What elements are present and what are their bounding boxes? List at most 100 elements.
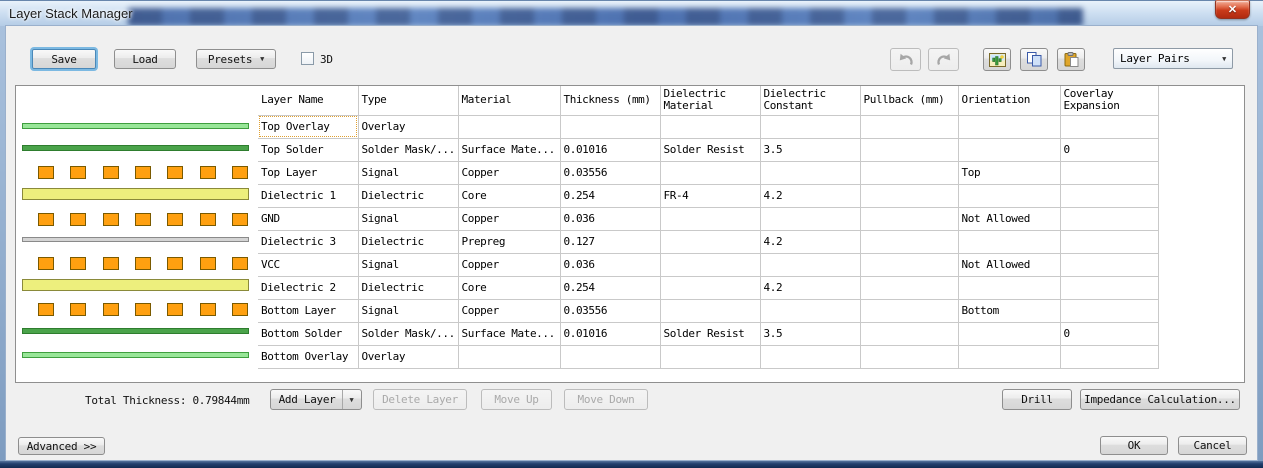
table-cell[interactable]: 0.127 [559, 229, 661, 254]
load-button[interactable]: Load [114, 49, 176, 69]
table-cell[interactable] [659, 275, 761, 300]
table-cell[interactable] [659, 252, 761, 277]
table-cell[interactable] [859, 298, 959, 323]
table-cell[interactable]: Bottom [957, 298, 1061, 323]
table-cell[interactable]: Signal [357, 160, 459, 185]
advanced-button[interactable]: Advanced >> [18, 437, 105, 455]
table-cell[interactable]: 0.03556 [559, 160, 661, 185]
table-cell[interactable] [759, 344, 861, 369]
table-cell[interactable]: Overlay [357, 114, 459, 139]
table-cell[interactable]: 0.01016 [559, 321, 661, 346]
table-cell[interactable]: 3.5 [759, 137, 861, 162]
table-cell[interactable] [559, 344, 661, 369]
table-cell[interactable] [1059, 183, 1159, 208]
ok-button[interactable]: OK [1100, 436, 1168, 455]
table-cell[interactable]: Prepreg [457, 229, 561, 254]
table-cell[interactable] [859, 275, 959, 300]
paste-button[interactable] [1057, 48, 1085, 71]
table-cell[interactable] [1059, 275, 1159, 300]
save-button[interactable]: Save [32, 49, 96, 69]
table-cell[interactable]: 0 [1059, 137, 1159, 162]
add-layer-button[interactable]: Add Layer ▼ [270, 389, 362, 410]
table-cell[interactable]: 0.254 [559, 183, 661, 208]
table-cell[interactable]: Signal [357, 252, 459, 277]
table-cell[interactable] [659, 298, 761, 323]
table-cell[interactable]: Solder Mask/... [357, 137, 459, 162]
table-cell[interactable]: Bottom Solder [258, 321, 359, 346]
table-cell[interactable]: 4.2 [759, 275, 861, 300]
table-cell[interactable]: Dielectric [357, 183, 459, 208]
table-cell[interactable] [457, 344, 561, 369]
table-cell[interactable]: Signal [357, 298, 459, 323]
table-cell[interactable]: Top Solder [258, 137, 359, 162]
table-cell[interactable]: Top Layer [258, 160, 359, 185]
table-cell[interactable]: Solder Resist [659, 137, 761, 162]
table-cell[interactable]: Copper [457, 160, 561, 185]
table-cell[interactable] [859, 206, 959, 231]
table-cell[interactable]: 0.03556 [559, 298, 661, 323]
table-cell-selected[interactable]: Top Overlay [258, 114, 359, 139]
table-cell[interactable] [759, 160, 861, 185]
3d-checkbox[interactable] [301, 52, 314, 65]
table-cell[interactable] [659, 114, 761, 139]
table-cell[interactable] [957, 114, 1061, 139]
table-cell[interactable]: Copper [457, 298, 561, 323]
table-cell[interactable]: Dielectric [357, 275, 459, 300]
table-cell[interactable] [957, 229, 1061, 254]
drill-button[interactable]: Drill [1002, 389, 1072, 410]
table-cell[interactable]: 0.036 [559, 252, 661, 277]
table-cell[interactable]: Solder Resist [659, 321, 761, 346]
table-cell[interactable]: Dielectric 3 [258, 229, 359, 254]
table-cell[interactable]: 3.5 [759, 321, 861, 346]
table-cell[interactable] [759, 252, 861, 277]
table-cell[interactable]: Dielectric [357, 229, 459, 254]
presets-dropdown-button[interactable]: Presets ▼ [196, 49, 276, 69]
table-cell[interactable]: Core [457, 275, 561, 300]
close-button[interactable]: ✕ [1215, 0, 1250, 19]
table-cell[interactable]: Signal [357, 206, 459, 231]
cancel-button[interactable]: Cancel [1178, 436, 1247, 455]
table-cell[interactable] [659, 344, 761, 369]
table-cell[interactable] [859, 252, 959, 277]
table-cell[interactable]: 0.254 [559, 275, 661, 300]
table-cell[interactable] [759, 114, 861, 139]
table-cell[interactable] [859, 137, 959, 162]
table-cell[interactable] [859, 114, 959, 139]
table-cell[interactable] [957, 321, 1061, 346]
table-cell[interactable] [659, 160, 761, 185]
table-cell[interactable]: 4.2 [759, 183, 861, 208]
table-cell[interactable] [1059, 252, 1159, 277]
table-cell[interactable] [1059, 114, 1159, 139]
table-cell[interactable]: 0.036 [559, 206, 661, 231]
table-cell[interactable] [1059, 344, 1159, 369]
table-cell[interactable] [859, 160, 959, 185]
move-up-button[interactable]: Move Up [481, 389, 552, 410]
table-cell[interactable]: Surface Mate... [457, 137, 561, 162]
delete-layer-button[interactable]: Delete Layer [373, 389, 467, 410]
table-cell[interactable] [1059, 229, 1159, 254]
table-cell[interactable]: Copper [457, 252, 561, 277]
table-cell[interactable]: Bottom Layer [258, 298, 359, 323]
table-cell[interactable] [859, 321, 959, 346]
table-cell[interactable]: 0.01016 [559, 137, 661, 162]
table-cell[interactable] [859, 229, 959, 254]
table-cell[interactable]: GND [258, 206, 359, 231]
table-cell[interactable] [957, 275, 1061, 300]
table-cell[interactable]: VCC [258, 252, 359, 277]
table-cell[interactable] [859, 344, 959, 369]
table-cell[interactable] [957, 344, 1061, 369]
table-cell[interactable] [1059, 298, 1159, 323]
table-cell[interactable] [759, 206, 861, 231]
table-cell[interactable]: Solder Mask/... [357, 321, 459, 346]
table-cell[interactable]: Overlay [357, 344, 459, 369]
move-down-button[interactable]: Move Down [564, 389, 648, 410]
table-cell[interactable]: Core [457, 183, 561, 208]
layer-pairs-dropdown[interactable]: Layer Pairs ▼ [1113, 48, 1233, 69]
table-cell[interactable]: Not Allowed [957, 206, 1061, 231]
table-cell[interactable] [957, 137, 1061, 162]
impedance-calculation-button[interactable]: Impedance Calculation... [1080, 389, 1240, 410]
table-cell[interactable] [1059, 206, 1159, 231]
table-cell[interactable]: Bottom Overlay [258, 344, 359, 369]
table-cell[interactable] [759, 298, 861, 323]
table-cell[interactable] [659, 229, 761, 254]
